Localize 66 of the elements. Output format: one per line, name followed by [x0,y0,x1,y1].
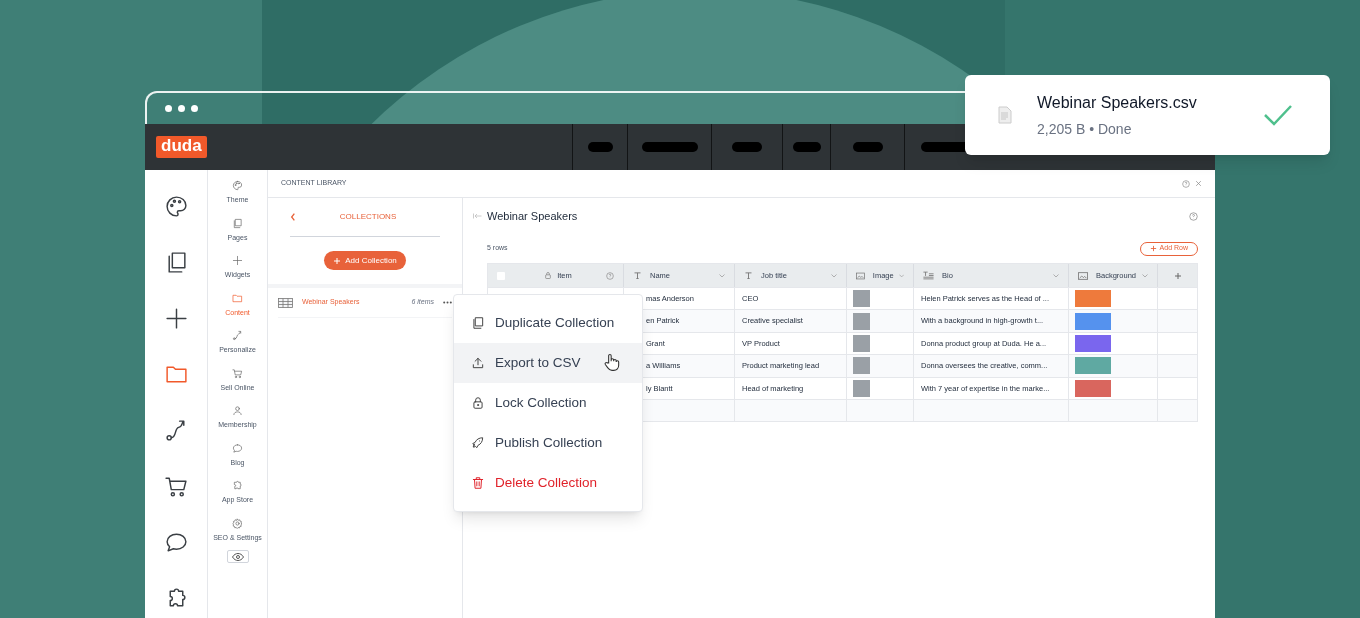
collections-title: COLLECTIONS [338,211,398,223]
help-icon[interactable] [606,271,614,280]
cart-icon [163,474,189,499]
text-type-icon [633,271,642,280]
caret-icon[interactable] [831,273,837,278]
help-icon[interactable] [1182,179,1190,188]
placeholder-pill [641,142,698,152]
folder-icon [232,292,243,304]
file-icon [998,106,1012,124]
plus-icon [232,255,243,267]
more-icon[interactable] [443,301,452,304]
cart-icon [232,367,243,379]
caret-icon[interactable] [719,273,725,278]
download-status: 2,205 B • Done [1037,119,1133,139]
collection-title: Webinar Speakers [487,208,578,224]
puzzle-icon [232,480,243,492]
lock-icon [471,396,485,410]
image-type-icon [856,271,865,280]
pages-icon [232,217,243,229]
file-name: Webinar Speakers.csv [1037,92,1197,113]
checkmark-icon [1263,104,1293,126]
palette-icon [232,180,243,192]
placeholder-pill [852,142,883,152]
plus-icon [163,306,189,331]
plus-icon [333,256,342,265]
upload-icon [471,356,485,370]
photo-placeholder [853,334,870,352]
placeholder-pill [792,142,821,152]
lock-icon [544,271,553,280]
photo-placeholder [853,290,870,308]
sidebar-icon-button[interactable] [163,306,189,331]
placeholder-pill [587,142,613,152]
palette-icon [163,194,189,219]
trash-icon [471,476,485,490]
photo-placeholder [853,312,870,330]
photo-placeholder [853,357,870,375]
pointer-hand-icon [602,352,622,372]
caret-icon[interactable] [1053,273,1059,278]
photo-placeholder [853,379,870,397]
sidebar-icon-button[interactable] [163,474,189,499]
person-icon [232,405,243,417]
close-icon[interactable] [1195,180,1202,187]
copy-icon [471,316,485,330]
chat-icon [232,442,243,454]
route-icon [232,330,243,342]
rocket-icon [471,436,485,450]
placeholder-pill [732,142,762,152]
add-column-icon[interactable] [1174,271,1182,280]
rich-text-type-icon [923,271,934,280]
collapse-icon[interactable] [473,213,482,219]
menu-item[interactable]: Delete Collection [454,463,642,503]
menu-item[interactable]: Export to CSV [454,343,642,383]
eye-icon [231,552,244,561]
caret-icon[interactable] [1142,273,1148,278]
image-type-icon [1078,271,1088,280]
text-type-icon [744,271,753,280]
sidebar-icon-button[interactable] [163,194,189,219]
menu-item[interactable]: Publish Collection [454,423,642,463]
table-icon [278,297,293,308]
preview-button[interactable] [226,550,249,563]
caret-icon[interactable] [898,273,904,278]
plus-icon [1149,245,1157,252]
logo: duda [156,136,207,158]
back-icon[interactable] [290,213,296,221]
settings-icon [232,517,243,529]
help-icon[interactable] [1189,211,1198,221]
